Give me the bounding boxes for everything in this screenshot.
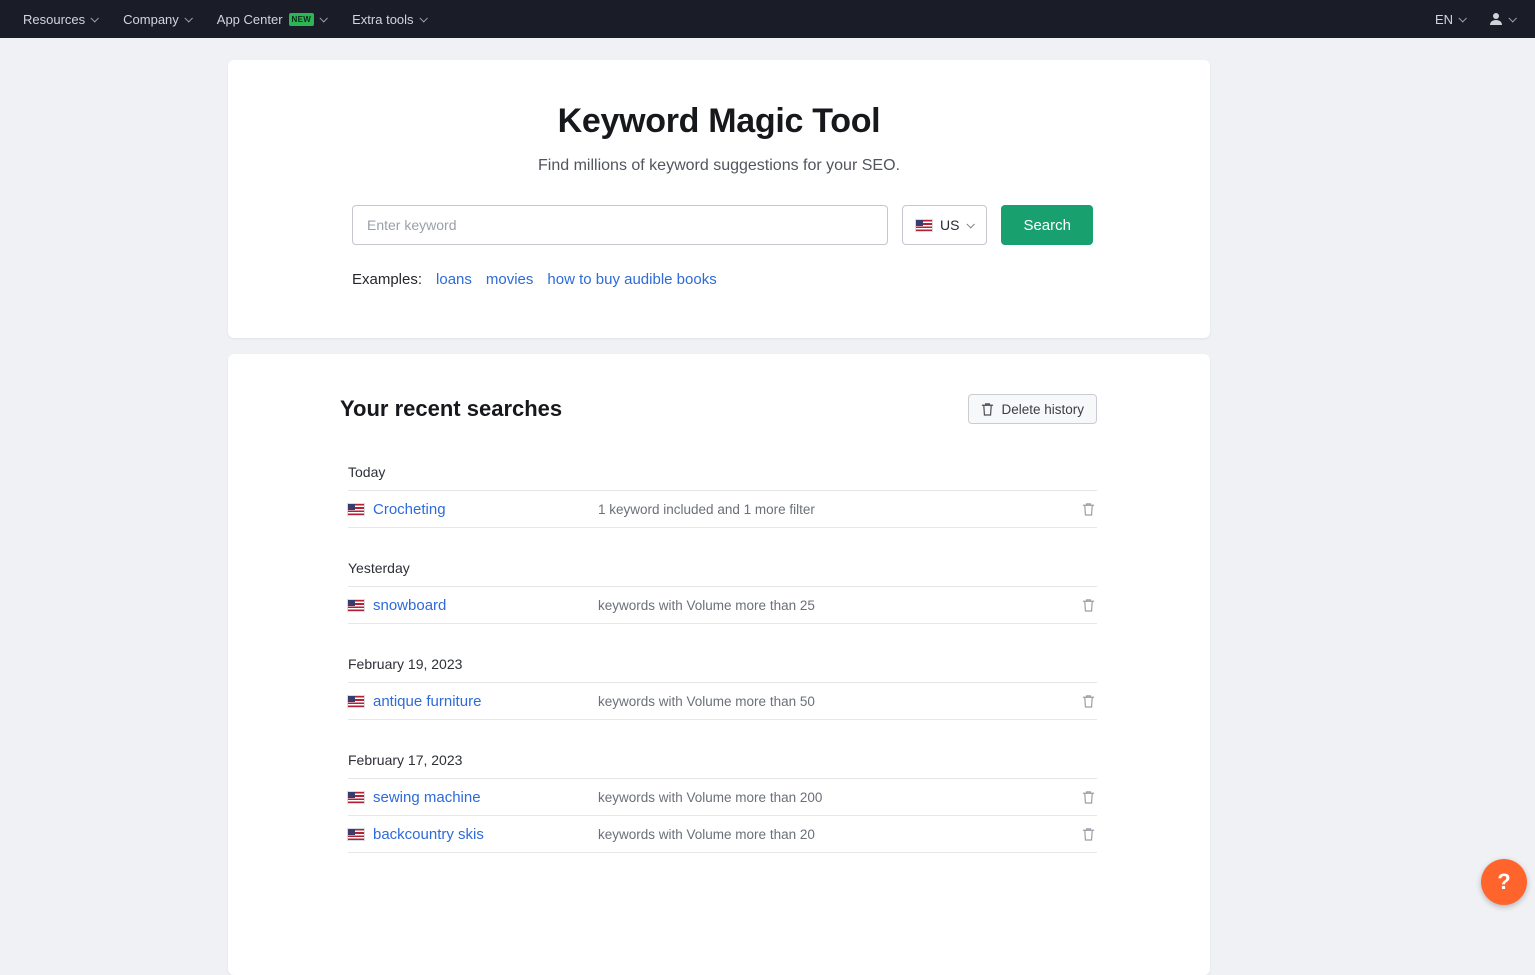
keyword-link[interactable]: snowboard — [373, 597, 446, 614]
trash-icon — [1082, 598, 1095, 612]
trash-icon — [1082, 694, 1095, 708]
group-date: February 19, 2023 — [348, 656, 1097, 683]
country-label: US — [940, 217, 959, 233]
search-filters-desc: 1 keyword included and 1 more filter — [598, 502, 1080, 517]
trash-icon — [1082, 827, 1095, 841]
delete-row-button[interactable] — [1080, 596, 1097, 614]
keyword-link[interactable]: Crocheting — [373, 501, 446, 518]
chevron-down-icon — [1458, 14, 1466, 22]
recent-searches-card: Your recent searches Delete history Toda… — [228, 354, 1210, 975]
chevron-down-icon — [419, 14, 427, 22]
chevron-down-icon — [1508, 14, 1516, 22]
nav-item-extra-tools[interactable]: Extra tools — [339, 0, 438, 38]
us-flag-icon — [348, 829, 364, 840]
nav-item-app-center-label: App Center — [217, 12, 283, 27]
search-group-feb-19: February 19, 2023 antique furniture keyw… — [348, 656, 1097, 720]
help-button[interactable]: ? — [1481, 859, 1527, 905]
page-subtitle: Find millions of keyword suggestions for… — [228, 157, 1210, 175]
chevron-down-icon — [320, 14, 328, 22]
search-filters-desc: keywords with Volume more than 200 — [598, 790, 1080, 805]
chevron-down-icon — [91, 14, 99, 22]
keyword-magic-tool-card: Keyword Magic Tool Find millions of keyw… — [228, 60, 1210, 338]
delete-row-button[interactable] — [1080, 692, 1097, 710]
nav-right: EN — [1422, 0, 1525, 38]
keyword-input[interactable] — [352, 205, 888, 245]
nav-item-resources-label: Resources — [23, 12, 85, 27]
delete-row-button[interactable] — [1080, 500, 1097, 518]
us-flag-icon — [348, 504, 364, 515]
example-link-movies[interactable]: movies — [486, 271, 534, 288]
recent-searches-list: Today Crocheting 1 keyword included and … — [340, 464, 1097, 853]
country-selector[interactable]: US — [902, 205, 987, 245]
us-flag-icon — [348, 792, 364, 803]
trash-icon — [1082, 790, 1095, 804]
top-nav: Resources Company App Center NEW Extra t… — [0, 0, 1535, 38]
search-group-today: Today Crocheting 1 keyword included and … — [348, 464, 1097, 528]
search-row-item: Crocheting 1 keyword included and 1 more… — [348, 491, 1097, 528]
search-filters-desc: keywords with Volume more than 25 — [598, 598, 1080, 613]
search-filters-desc: keywords with Volume more than 50 — [598, 694, 1080, 709]
keyword-cell: sewing machine — [348, 789, 598, 806]
us-flag-icon — [348, 696, 364, 707]
keyword-cell: snowboard — [348, 597, 598, 614]
user-icon — [1488, 11, 1504, 27]
delete-history-button[interactable]: Delete history — [968, 394, 1097, 424]
nav-item-company-label: Company — [123, 12, 179, 27]
examples-row: Examples: loans movies how to buy audibl… — [228, 271, 1210, 288]
nav-item-app-center[interactable]: App Center NEW — [204, 0, 339, 38]
search-group-yesterday: Yesterday snowboard keywords with Volume… — [348, 560, 1097, 624]
us-flag-icon — [348, 600, 364, 611]
search-row-item: antique furniture keywords with Volume m… — [348, 683, 1097, 720]
user-menu[interactable] — [1478, 0, 1525, 38]
group-date: February 17, 2023 — [348, 752, 1097, 779]
chevron-down-icon — [184, 14, 192, 22]
keyword-link[interactable]: sewing machine — [373, 789, 481, 806]
example-link-audible[interactable]: how to buy audible books — [547, 271, 716, 288]
delete-row-button[interactable] — [1080, 788, 1097, 806]
delete-row-button[interactable] — [1080, 825, 1097, 843]
delete-history-label: Delete history — [1001, 402, 1084, 417]
search-row-item: backcountry skis keywords with Volume mo… — [348, 816, 1097, 853]
nav-item-extra-tools-label: Extra tools — [352, 12, 413, 27]
keyword-cell: Crocheting — [348, 501, 598, 518]
language-label: EN — [1435, 12, 1453, 27]
chevron-down-icon — [967, 220, 975, 228]
search-row: US Search — [228, 205, 1210, 245]
keyword-link[interactable]: backcountry skis — [373, 826, 484, 843]
example-link-loans[interactable]: loans — [436, 271, 472, 288]
trash-icon — [1082, 502, 1095, 516]
group-date: Today — [348, 464, 1097, 491]
nav-item-company[interactable]: Company — [110, 0, 204, 38]
group-date: Yesterday — [348, 560, 1097, 587]
page-content: Keyword Magic Tool Find millions of keyw… — [228, 60, 1210, 975]
search-filters-desc: keywords with Volume more than 20 — [598, 827, 1080, 842]
keyword-link[interactable]: antique furniture — [373, 693, 481, 710]
examples-label: Examples: — [352, 271, 422, 288]
new-badge: NEW — [289, 13, 315, 26]
recent-searches-header: Your recent searches Delete history — [340, 394, 1097, 424]
search-group-feb-17: February 17, 2023 sewing machine keyword… — [348, 752, 1097, 853]
keyword-cell: backcountry skis — [348, 826, 598, 843]
search-button[interactable]: Search — [1001, 205, 1093, 245]
recent-searches-title: Your recent searches — [340, 396, 562, 422]
search-row-item: snowboard keywords with Volume more than… — [348, 587, 1097, 624]
language-selector[interactable]: EN — [1422, 0, 1478, 38]
page-title: Keyword Magic Tool — [228, 102, 1210, 141]
search-row-item: sewing machine keywords with Volume more… — [348, 779, 1097, 816]
trash-icon — [981, 402, 994, 416]
keyword-cell: antique furniture — [348, 693, 598, 710]
us-flag-icon — [916, 220, 932, 231]
nav-item-resources[interactable]: Resources — [10, 0, 110, 38]
